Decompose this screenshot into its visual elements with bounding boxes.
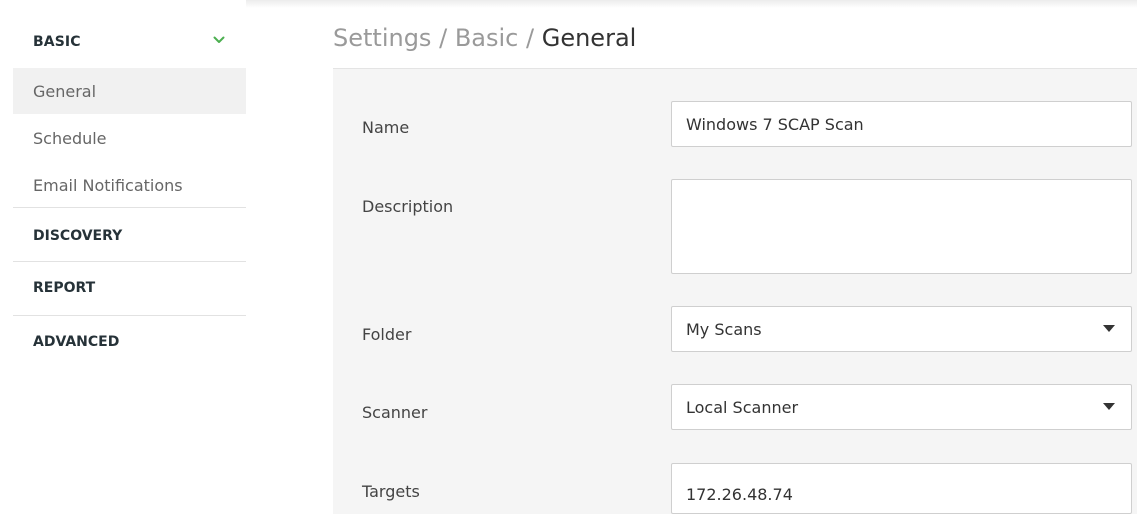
settings-sidebar: BASIC General Schedule Email Notificatio… xyxy=(0,0,246,514)
caret-down-icon xyxy=(1103,403,1115,410)
sidebar-section-basic[interactable]: BASIC xyxy=(13,34,246,54)
description-field[interactable] xyxy=(671,179,1132,274)
caret-down-icon xyxy=(1103,325,1115,332)
sidebar-section-label: DISCOVERY xyxy=(33,228,123,244)
breadcrumb-item-general: General xyxy=(541,24,637,52)
breadcrumb-item-basic[interactable]: Basic xyxy=(455,24,519,52)
sidebar-section-label: BASIC xyxy=(33,34,81,50)
breadcrumb: Settings / Basic / General xyxy=(333,24,636,52)
sidebar-item-general[interactable]: General xyxy=(13,68,246,114)
sidebar-section-label: ADVANCED xyxy=(33,334,120,350)
name-field[interactable]: Windows 7 SCAP Scan xyxy=(671,101,1132,147)
scanner-select[interactable]: Local Scanner xyxy=(671,384,1132,430)
sidebar-item-schedule[interactable]: Schedule xyxy=(13,115,246,161)
sidebar-item-email-notifications[interactable]: Email Notifications xyxy=(13,162,246,208)
targets-field[interactable]: 172.26.48.74 xyxy=(671,463,1132,514)
folder-value: My Scans xyxy=(686,320,762,339)
folder-label: Folder xyxy=(362,325,412,344)
targets-label: Targets xyxy=(362,482,420,501)
sidebar-item-label: General xyxy=(33,82,97,101)
sidebar-item-label: Schedule xyxy=(33,129,107,148)
sidebar-item-label: Email Notifications xyxy=(33,176,183,195)
folder-select[interactable]: My Scans xyxy=(671,306,1132,352)
targets-value: 172.26.48.74 xyxy=(686,485,793,504)
sidebar-section-discovery[interactable]: DISCOVERY xyxy=(13,208,246,258)
breadcrumb-separator: / xyxy=(526,24,535,52)
sidebar-section-advanced[interactable]: ADVANCED xyxy=(13,316,246,366)
name-value: Windows 7 SCAP Scan xyxy=(686,115,864,134)
sidebar-section-report[interactable]: REPORT xyxy=(13,262,246,312)
name-label: Name xyxy=(362,118,410,137)
chevron-down-icon[interactable] xyxy=(213,34,225,46)
breadcrumb-separator: / xyxy=(439,24,448,52)
scanner-label: Scanner xyxy=(362,403,428,422)
sidebar-section-label: REPORT xyxy=(33,280,96,296)
scanner-value: Local Scanner xyxy=(686,398,799,417)
breadcrumb-item-settings[interactable]: Settings xyxy=(333,24,431,52)
description-label: Description xyxy=(362,197,454,216)
